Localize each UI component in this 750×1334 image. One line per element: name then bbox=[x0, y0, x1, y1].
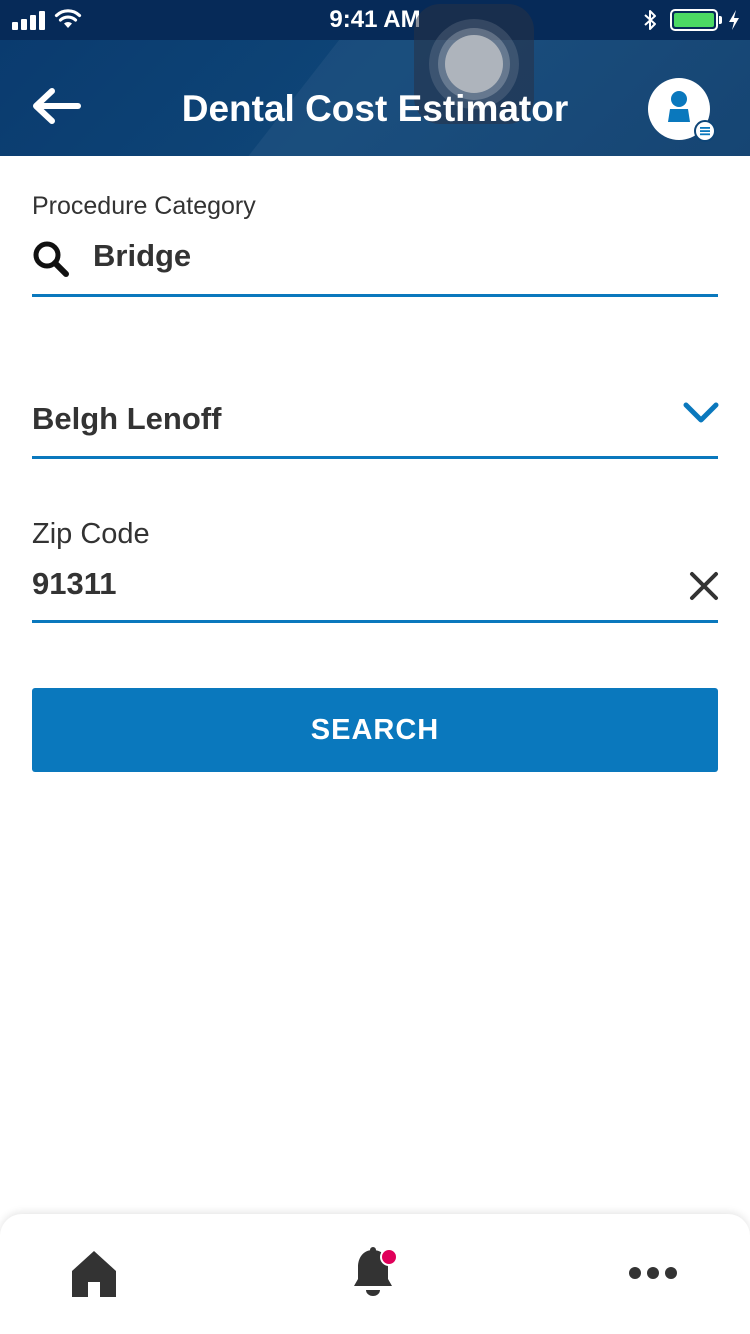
more-icon[interactable] bbox=[628, 1266, 678, 1280]
menu-lines-icon bbox=[700, 127, 710, 136]
search-icon bbox=[33, 241, 69, 277]
zip-code-field[interactable]: Zip Code 91311 bbox=[32, 518, 718, 626]
status-time: 9:41 AM bbox=[329, 6, 421, 33]
page-title: Dental Cost Estimator bbox=[181, 88, 569, 129]
battery-cap bbox=[719, 16, 722, 24]
close-icon[interactable] bbox=[688, 570, 720, 602]
zip-code-label: Zip Code bbox=[32, 518, 150, 550]
menu-badge bbox=[694, 120, 716, 142]
home-icon[interactable] bbox=[70, 1248, 118, 1298]
procedure-category-underline bbox=[32, 294, 718, 297]
charging-icon bbox=[729, 10, 739, 30]
zip-code-underline bbox=[32, 620, 718, 623]
provider-underline bbox=[32, 456, 718, 459]
app-header: 9:41 AM Dental Cost Estimator bbox=[0, 0, 750, 156]
battery-icon bbox=[670, 9, 718, 31]
provider-select[interactable]: Belgh Lenoff bbox=[32, 400, 720, 462]
profile-menu-button[interactable] bbox=[648, 78, 716, 142]
procedure-category-label: Procedure Category bbox=[32, 192, 256, 220]
status-bar: 9:41 AM bbox=[0, 0, 750, 40]
zip-code-input[interactable]: 91311 bbox=[32, 566, 117, 602]
assistive-dot bbox=[445, 35, 503, 93]
bluetooth-icon bbox=[644, 10, 656, 30]
notification-badge bbox=[380, 1248, 398, 1266]
search-button[interactable]: SEARCH bbox=[32, 688, 718, 772]
bottom-tab-bar bbox=[0, 1214, 750, 1334]
provider-selected-value: Belgh Lenoff bbox=[32, 401, 222, 436]
procedure-category-field[interactable]: Procedure Category Bridge bbox=[32, 192, 718, 300]
chevron-down-icon[interactable] bbox=[682, 400, 720, 426]
procedure-category-input[interactable]: Bridge bbox=[93, 238, 191, 274]
